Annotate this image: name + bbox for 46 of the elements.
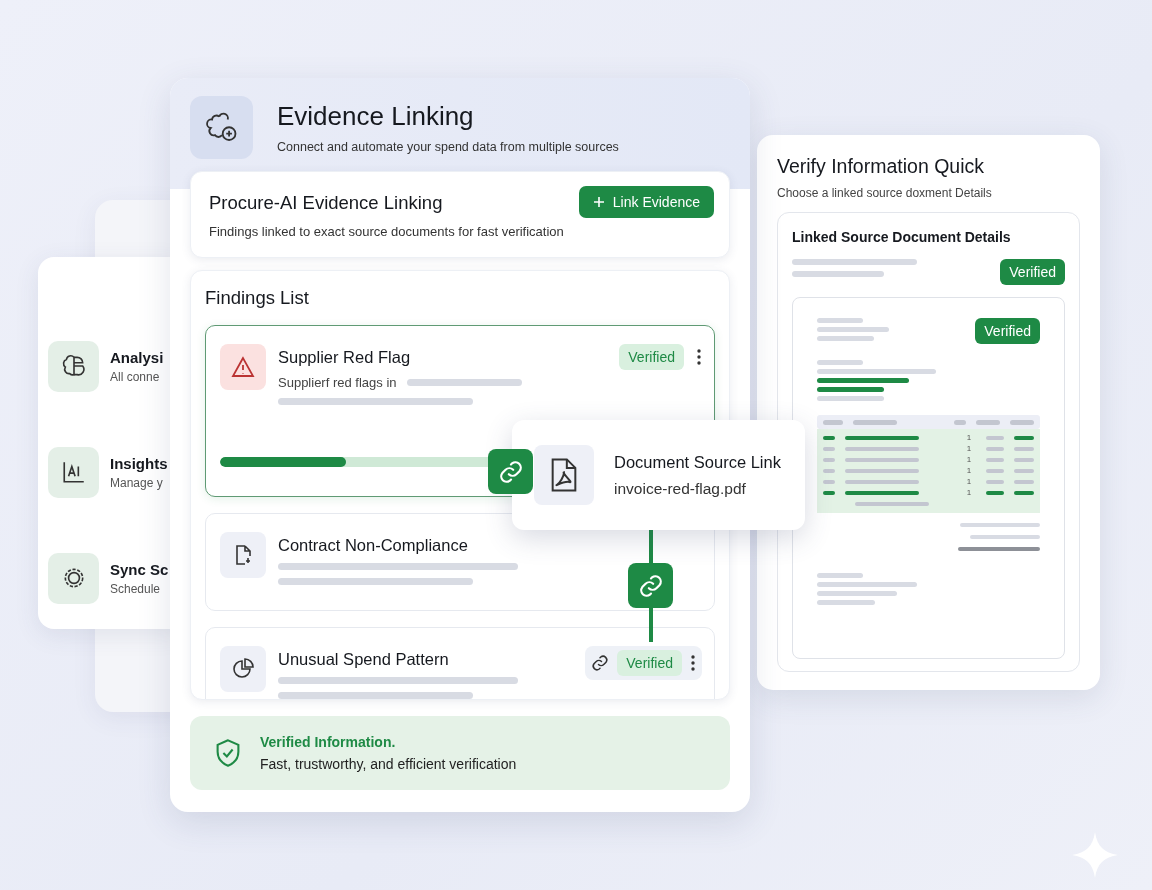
quantity-text: 1 [965,456,973,464]
section-title: Findings List [205,287,310,309]
more-options-icon[interactable] [690,654,696,672]
finding-title: Contract Non-Compliance [278,536,469,555]
finding-card[interactable]: Unusual Spend Pattern Verified [205,627,715,699]
panel-title: Verify Information Quick [777,155,985,178]
page-title: Evidence Linking [277,101,475,132]
plus-icon [592,196,605,208]
item-subtitle: Schedule [110,581,162,596]
finding-title: Unusual Spend Pattern [278,650,450,669]
card-subtitle: Findings linked to exact source documents for fast verification [209,224,564,239]
quantity-text: 1 [965,478,973,486]
item-title: Sync Sc [110,560,169,578]
link-icon [497,458,524,485]
link-icon [591,654,610,672]
page-subtitle: Connect and automate your spend data from multiple sources [277,140,619,154]
shield-check-icon [214,738,242,768]
link-button[interactable] [488,449,533,494]
link-evidence-button[interactable]: Link Evidence [578,186,714,218]
quantity-text: 1 [965,445,973,453]
finding-title: Supplier Red Flag [278,348,412,367]
item-subtitle: All conne [110,369,161,384]
banner-title: Verified Information. [260,734,397,750]
item-subtitle: Manage y [110,475,164,490]
banner-text: Fast, trustworthy, and efficient verification [260,756,517,772]
card-title: Linked Source Document Details [792,229,1012,245]
warning-icon [231,355,255,379]
verified-badge: Verified [975,318,1040,344]
more-options-icon[interactable] [696,348,702,366]
verified-badge: Verified [617,650,682,676]
quantity-text: 1 [965,434,973,442]
chart-icon [60,459,87,485]
item-title: Insights [110,454,168,472]
quantity-text: 1 [965,489,973,497]
panel-subtitle: Choose a linked source doxment Details [777,186,993,200]
finding-subtitle: Supplierf red flags in [278,375,397,390]
card-title: Procure-AI Evidence Linking [209,192,444,214]
pie-chart-icon [231,657,255,681]
verified-badge: Verified [1000,259,1065,285]
link-button[interactable] [628,563,673,608]
quantity-text: 1 [965,467,973,475]
link-icon [637,572,664,599]
pdf-file-icon [534,445,594,505]
item-title: Analysi [110,348,164,366]
verified-badge: Verified [619,344,684,370]
brain-icon [60,353,87,379]
